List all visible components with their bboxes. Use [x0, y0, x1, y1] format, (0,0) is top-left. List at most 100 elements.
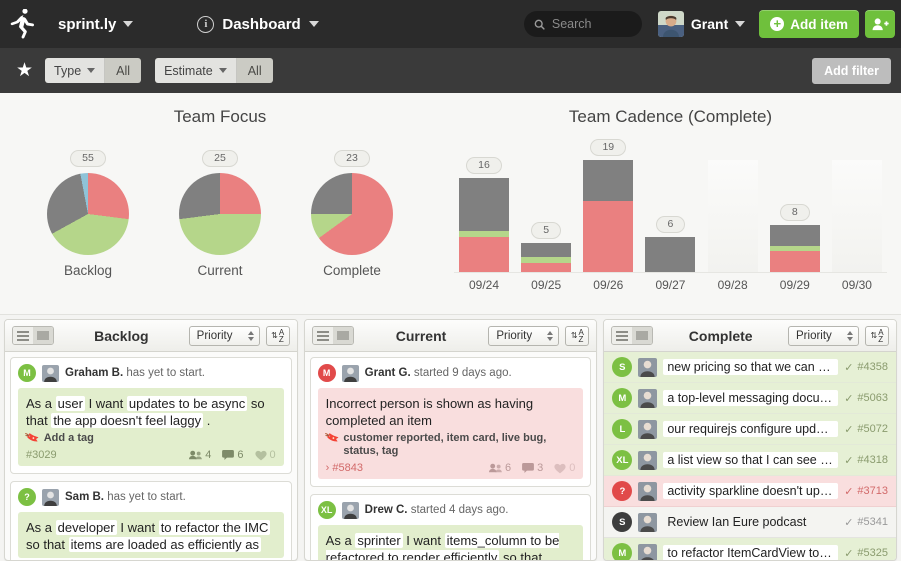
- sprintly-logo[interactable]: [0, 0, 48, 48]
- size-badge[interactable]: S: [612, 512, 633, 532]
- user-menu[interactable]: Grant: [657, 11, 746, 37]
- star-icon[interactable]: ★: [16, 61, 33, 80]
- size-badge[interactable]: L: [612, 419, 633, 439]
- list-view-icon[interactable]: [612, 327, 633, 344]
- avatar: [638, 512, 658, 532]
- search-box[interactable]: [523, 11, 642, 37]
- invite-user-button[interactable]: [865, 10, 895, 38]
- add-item-button[interactable]: + Add item: [759, 10, 859, 38]
- app-root: sprint.ly i Dashboard Grant: [0, 0, 901, 561]
- user-name: Grant: [690, 16, 729, 32]
- avatar: [42, 364, 59, 382]
- bar-segment-red: [521, 263, 572, 272]
- complete-row-text: activity sparkline doesn't update bas…: [663, 483, 839, 499]
- complete-row[interactable]: S Review Ian Eure podcast ✓ #5341: [604, 507, 897, 538]
- complete-row[interactable]: XL a list view so that I can see search …: [604, 445, 897, 476]
- pie-chart-current: 25 Current: [164, 149, 276, 278]
- item-card[interactable]: ? Sam B. has yet to start. As a develope…: [10, 481, 292, 560]
- complete-row[interactable]: ? activity sparkline doesn't update bas……: [604, 476, 897, 507]
- search-input[interactable]: [551, 17, 632, 31]
- bar-segment-gray: [769, 224, 820, 246]
- card-text-highlight: updates to be async: [126, 396, 248, 411]
- filter-estimate-label: Estimate: [164, 63, 213, 78]
- filter-estimate-label-group[interactable]: Estimate: [155, 58, 237, 83]
- sort-az-icon[interactable]: ⇅ AZ: [565, 325, 590, 346]
- view-toggle-current[interactable]: [311, 326, 354, 345]
- view-toggle-complete[interactable]: [611, 326, 654, 345]
- add-filter-button[interactable]: Add filter: [812, 57, 891, 84]
- bar-column-09-25[interactable]: 5: [520, 142, 572, 272]
- bar-x-label: 09/24: [468, 278, 500, 292]
- complete-row-id[interactable]: ✓ #5325: [844, 547, 888, 560]
- filter-bar: ★ Type All Estimate All Add filter: [0, 48, 901, 93]
- complete-row-id[interactable]: ✓ #4358: [844, 361, 888, 374]
- item-card[interactable]: XL Drew C. started 4 days ago. As a spri…: [309, 494, 592, 560]
- filter-estimate-value[interactable]: All: [236, 58, 273, 83]
- complete-row[interactable]: L our requirejs configure updated so t… …: [604, 414, 897, 445]
- size-badge[interactable]: ?: [612, 481, 633, 501]
- card-author: Drew C. started 4 days ago.: [364, 504, 509, 516]
- filter-type-value[interactable]: All: [105, 58, 142, 83]
- card-author-name: Grant G.: [364, 367, 411, 379]
- bar-column-09-28[interactable]: [707, 142, 759, 272]
- bar-column-09-24[interactable]: 16: [458, 142, 510, 272]
- sort-select-complete[interactable]: PriorityCreatedUpdatedScore: [788, 325, 860, 346]
- filter-type-label-group[interactable]: Type: [45, 58, 106, 83]
- bar-stack: [521, 242, 572, 272]
- complete-row-id[interactable]: ✓ #3713: [844, 485, 888, 498]
- team-cadence-chart: Team Cadence (Complete) 16 5 19 6 8 09/24 09/…: [440, 93, 901, 314]
- sort-az-icon[interactable]: ⇅ AZ: [265, 325, 290, 346]
- card-text-highlight: developer: [55, 520, 117, 535]
- size-badge[interactable]: M: [612, 388, 633, 408]
- view-toggle-backlog[interactable]: [12, 326, 54, 345]
- sort-az-icon[interactable]: ⇅ AZ: [865, 325, 890, 346]
- complete-row[interactable]: M a top-level messaging document so… ✓#5…: [604, 383, 897, 414]
- grid-view-icon[interactable]: [33, 327, 53, 344]
- card-header: M Graham B. has yet to start.: [18, 364, 284, 382]
- complete-row-id[interactable]: ✓ #4318: [844, 454, 888, 467]
- complete-row[interactable]: S new pricing so that we can maximiz… ✓#…: [604, 352, 897, 383]
- filter-estimate[interactable]: Estimate All: [155, 58, 273, 83]
- size-badge[interactable]: XL: [317, 501, 336, 519]
- list-view-icon[interactable]: [312, 327, 333, 344]
- size-badge[interactable]: XL: [612, 450, 633, 470]
- bar-column-09-26[interactable]: 19: [582, 139, 634, 272]
- bar-column-09-29[interactable]: 8: [769, 142, 821, 272]
- grid-view-icon[interactable]: [632, 327, 653, 344]
- item-card[interactable]: M Graham B. has yet to start. As a user …: [10, 357, 292, 474]
- complete-row-id[interactable]: ✓ #5072: [844, 423, 888, 436]
- complete-row-id[interactable]: ✓ #5063: [844, 392, 888, 405]
- size-badge[interactable]: M: [612, 543, 633, 560]
- card-id[interactable]: › #5843: [326, 462, 363, 474]
- bar-column-09-27[interactable]: 6: [644, 142, 696, 272]
- list-view-icon[interactable]: [13, 327, 33, 344]
- card-text-plain: I want: [88, 396, 124, 411]
- tag-icon: 🔖: [24, 430, 42, 447]
- bar-column-09-30[interactable]: [831, 142, 883, 272]
- card-text-plain: .: [206, 413, 211, 428]
- add-user-icon: [872, 18, 889, 31]
- avatar: [638, 450, 658, 470]
- size-badge[interactable]: M: [18, 364, 36, 382]
- complete-row-id[interactable]: ✓ #5341: [844, 516, 888, 529]
- sort-arrow: ⇅: [271, 331, 278, 340]
- sort-select-current[interactable]: PriorityCreatedUpdatedScore: [488, 325, 560, 346]
- brand-menu[interactable]: sprint.ly: [58, 16, 134, 33]
- sort-select-backlog[interactable]: PriorityCreatedUpdatedScore: [188, 325, 260, 346]
- card-tags[interactable]: 🔖 Add a tag: [24, 430, 276, 447]
- size-badge[interactable]: S: [612, 357, 633, 377]
- dashboard-menu[interactable]: i Dashboard: [197, 15, 319, 33]
- complete-row[interactable]: M to refactor ItemCardView to use Riv… ✓…: [604, 538, 897, 560]
- filter-type-label: Type: [54, 63, 82, 78]
- card-author-name: Drew C.: [364, 504, 408, 516]
- grid-view-icon[interactable]: [332, 327, 353, 344]
- item-card[interactable]: M Grant G. started 9 days ago. Incorrect…: [309, 357, 592, 487]
- size-badge[interactable]: M: [317, 364, 336, 382]
- card-tags[interactable]: 🔖 customer reported, item card, live bug,…: [324, 430, 576, 458]
- bar-segment-gray: [459, 177, 509, 231]
- chevron-down-icon: [735, 21, 746, 27]
- filter-type[interactable]: Type All: [45, 58, 142, 83]
- size-badge[interactable]: ?: [18, 488, 36, 506]
- card-id[interactable]: #3029: [26, 449, 57, 461]
- column-header-complete: Complete PriorityCreatedUpdatedScore ⇅ A…: [604, 320, 897, 352]
